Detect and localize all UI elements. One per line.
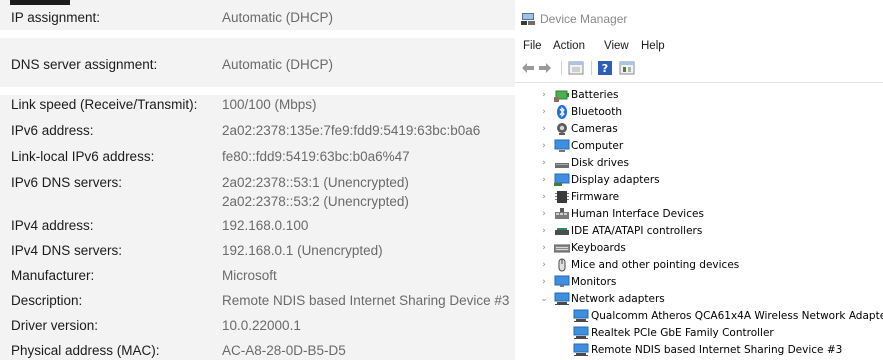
prop-value[interactable]: AC-A8-28-0D-B5-D5 [222,341,346,360]
prop-label: IPv6 address: [11,123,94,138]
tree-top-border [515,82,883,83]
prop-label: IP assignment: [11,10,101,25]
chevron-right-icon[interactable]: › [539,225,549,237]
prop-label: Manufacturer: [11,268,95,283]
toolbar-separator [591,61,592,75]
tree-label: Disk drives [571,157,629,169]
forward-arrow-icon[interactable] [538,61,552,75]
prop-value[interactable]: 2a02:2378:135e:7fe9:fdd9:5419:63bc:b0a6 [222,121,480,141]
bluetooth-icon [557,105,567,119]
tree-label: Bluetooth [571,106,622,118]
tree-label: Cameras [571,123,618,135]
window-title: Device Manager [540,12,628,26]
hid-icon [555,208,569,219]
title-bar[interactable]: Device Manager [515,0,883,36]
tree-label: Batteries [571,89,619,101]
prop-value[interactable]: Microsoft [222,266,277,286]
help-icon[interactable]: ? [598,61,612,75]
prop-value[interactable]: 100/100 (Mbps) [222,95,317,115]
prop-label: IPv6 DNS servers: [11,175,123,190]
svg-text:?: ? [602,62,608,75]
network-properties-panel: IP assignment: Automatic (DHCP) DNS serv… [0,0,515,360]
prop-label: Link speed (Receive/Transmit): [11,97,198,112]
prop-row-ipv6-dns: IPv6 DNS servers: 2a02:2378::53:1 (Unenc… [0,173,515,213]
prop-value[interactable]: fe80::fdd9:5419:63bc:b0a6%47 [222,147,410,167]
prop-label: Link-local IPv6 address: [11,149,155,164]
prop-value[interactable]: Remote NDIS based Internet Sharing Devic… [222,291,509,311]
section-divider [0,30,515,38]
prop-label: DNS server assignment: [11,57,158,72]
prop-label: Description: [11,293,83,308]
tree-label: Display adapters [571,174,660,186]
menu-bar: File Action View Help [515,38,883,56]
prop-value[interactable]: 2a02:2378::53:1 (Unencrypted) [222,173,409,193]
prop-value[interactable]: Automatic (DHCP) [222,8,333,28]
toolbar-separator [561,61,562,75]
camera-icon [557,123,567,135]
prop-label: IPv4 DNS servers: [11,243,123,258]
tree-label: Firmware [571,191,620,203]
chevron-right-icon[interactable]: › [539,89,549,101]
chevron-right-icon[interactable]: › [539,259,549,271]
chevron-right-icon[interactable]: › [539,157,549,169]
tree-label: IDE ATA/ATAPI controllers [571,225,703,237]
chevron-right-icon[interactable]: › [539,123,549,135]
prop-value[interactable]: Automatic (DHCP) [222,55,333,75]
back-arrow-icon[interactable] [521,61,535,75]
disk-drive-icon [555,163,569,168]
prop-label: Physical address (MAC): [11,343,160,358]
chevron-right-icon[interactable]: › [539,242,549,254]
properties-icon[interactable] [568,61,584,75]
network-adapter-icon [573,326,589,339]
chevron-right-icon[interactable]: › [539,174,549,186]
chevron-down-icon[interactable]: ⌄ [539,293,549,305]
prop-label: Driver version: [11,318,99,333]
tree-label: Mice and other pointing devices [571,259,740,271]
prop-label: IPv4 address: [11,218,94,233]
network-adapter-icon [573,309,589,322]
tree-label: Computer [571,140,624,152]
device-manager-window: Device Manager File Action View Help ? ›… [515,0,883,360]
network-adapter-icon [554,292,570,305]
prop-value[interactable]: 192.168.0.100 [222,216,308,236]
firmware-icon [555,191,569,203]
prop-value[interactable]: 192.168.0.1 (Unencrypted) [222,241,383,261]
mouse-icon [558,258,566,272]
chevron-right-icon[interactable]: › [539,106,549,118]
scan-hardware-icon[interactable] [619,61,635,75]
header-fragment [10,0,70,5]
toolbar: ? [515,57,883,79]
computer-icon [554,139,570,152]
network-adapter-icon [573,343,589,356]
menu-view[interactable]: View [604,40,629,52]
menu-help[interactable]: Help [641,40,665,52]
tree-label: Keyboards [571,242,626,254]
section-divider [0,87,515,95]
tree-label: Monitors [571,276,617,288]
battery-icon [554,90,569,102]
tree-label: Remote NDIS based Internet Sharing Devic… [591,344,843,356]
chevron-right-icon[interactable]: › [539,276,549,288]
prop-value[interactable]: 10.0.22000.1 [222,316,301,336]
menu-action[interactable]: Action [553,40,585,52]
display-adapter-icon [554,173,570,186]
device-manager-icon [521,13,535,25]
chevron-right-icon[interactable]: › [539,140,549,152]
menu-file[interactable]: File [523,40,542,52]
tree-label: Qualcomm Atheros QCA61x4A Wireless Netwo… [591,310,883,322]
chevron-right-icon[interactable]: › [539,208,549,220]
prop-value-secondary[interactable]: 2a02:2378::53:2 (Unencrypted) [222,192,409,212]
tree-label: Human Interface Devices [571,208,704,220]
tree-label: Realtek PCIe GbE Family Controller [591,327,774,339]
tree-label: Network adapters [571,293,665,305]
keyboard-icon [554,244,570,253]
monitor-icon [554,275,570,287]
chevron-right-icon[interactable]: › [539,191,549,203]
ide-controller-icon [555,228,569,235]
